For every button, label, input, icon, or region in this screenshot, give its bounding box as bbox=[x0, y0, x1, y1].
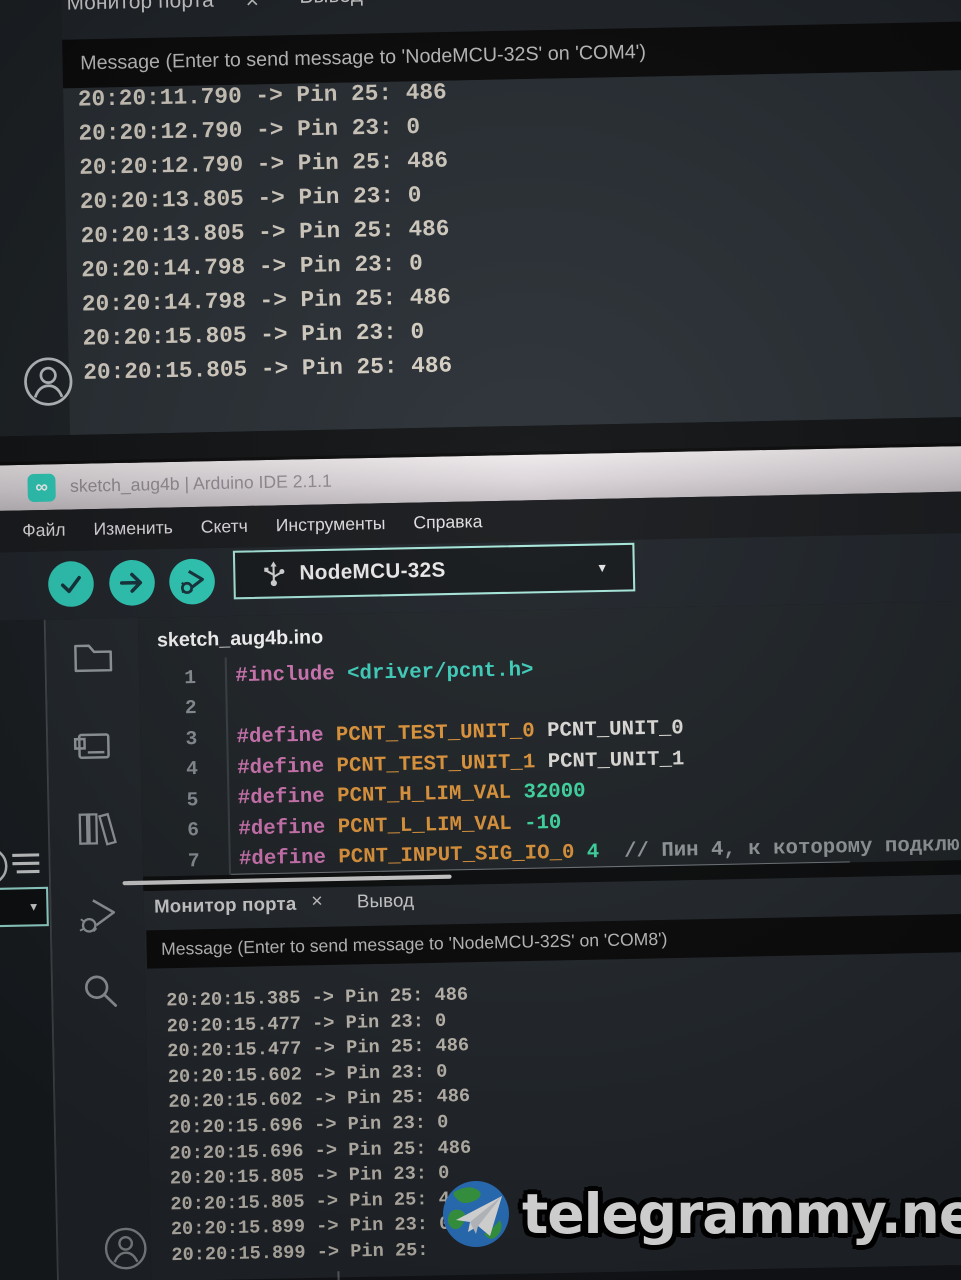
verify-button[interactable] bbox=[47, 560, 95, 608]
code-lines: 1 #include <driver/pcnt.h> 2 3 #define PCNT_… bbox=[139, 647, 961, 878]
search-icon[interactable] bbox=[78, 968, 122, 1012]
line-number: 6 bbox=[187, 818, 200, 842]
watermark-text: telegrammy.net bbox=[522, 1182, 961, 1246]
library-manager-icon[interactable] bbox=[74, 808, 120, 850]
background-dropdown[interactable]: ▾ bbox=[0, 886, 49, 928]
menu-item-3[interactable]: Инструменты bbox=[276, 514, 386, 537]
serial-output[interactable]: 20:20:11.790 -> Pin 25: 486 20:20:12.790 … bbox=[63, 70, 961, 435]
arduino-logo-icon: ∞ bbox=[27, 473, 56, 502]
menu-item-2[interactable]: Скетч bbox=[201, 516, 248, 538]
code-text: #define PCNT_L_LIM_VAL -10 bbox=[238, 811, 562, 842]
check-icon bbox=[60, 575, 81, 594]
sketchbook-folder-icon[interactable] bbox=[71, 637, 115, 677]
serial-monitor-window-com4: Монитор порта × Вывод Message (Enter to … bbox=[0, 0, 961, 437]
account-icon[interactable] bbox=[101, 1224, 150, 1273]
arrow-right-icon bbox=[119, 572, 143, 593]
debug-icon bbox=[181, 569, 204, 594]
close-icon[interactable]: × bbox=[311, 891, 323, 914]
window-title: sketch_aug4b | Arduino IDE 2.1.1 bbox=[69, 471, 333, 497]
debug-button[interactable] bbox=[168, 558, 216, 605]
tab-serial-monitor[interactable]: Монитор порта bbox=[66, 0, 214, 16]
line-number: 7 bbox=[187, 849, 200, 873]
close-icon[interactable]: × bbox=[245, 0, 259, 14]
board-label: NodeMCU-32S bbox=[299, 558, 446, 585]
chevron-down-icon: ▾ bbox=[598, 558, 607, 576]
tab-output[interactable]: Вывод bbox=[299, 0, 363, 9]
line-number: 2 bbox=[184, 696, 197, 720]
line-number: 1 bbox=[184, 666, 197, 690]
menu-item-1[interactable]: Изменить bbox=[93, 518, 173, 540]
upload-button[interactable] bbox=[108, 559, 156, 607]
screen-photo: Монитор порта × Вывод Message (Enter to … bbox=[0, 0, 961, 1280]
menu-item-4[interactable]: Справка bbox=[413, 512, 482, 534]
tab-serial-monitor[interactable]: Монитор порта bbox=[154, 893, 297, 918]
menu-item-0[interactable]: Файл bbox=[22, 520, 66, 542]
line-number: 5 bbox=[186, 788, 199, 812]
board-selector[interactable]: NodeMCU-32S ▾ bbox=[232, 542, 636, 600]
line-number: 4 bbox=[185, 757, 199, 781]
chevron-down-icon: ▾ bbox=[30, 898, 38, 915]
activity-bar bbox=[45, 617, 152, 1280]
tab-output[interactable]: Вывод bbox=[357, 890, 415, 913]
hamburger-menu-icon[interactable] bbox=[10, 850, 42, 878]
account-icon[interactable] bbox=[21, 354, 76, 409]
watermark: telegrammy.net bbox=[440, 1178, 961, 1250]
editor-tab[interactable]: sketch_aug4b.ino bbox=[157, 627, 324, 653]
usb-icon bbox=[264, 560, 285, 586]
debugger-icon[interactable] bbox=[76, 896, 120, 938]
code-text: #define PCNT_H_LIM_VAL 32000 bbox=[237, 779, 586, 811]
line-number: 3 bbox=[185, 727, 198, 751]
telegram-globe-icon bbox=[443, 1181, 509, 1247]
boards-manager-icon[interactable] bbox=[73, 725, 117, 765]
code-editor[interactable]: sketch_aug4b.ino 1 #include <driver/pcnt.… bbox=[137, 601, 961, 879]
code-text: #include <driver/pcnt.h> bbox=[235, 658, 534, 689]
